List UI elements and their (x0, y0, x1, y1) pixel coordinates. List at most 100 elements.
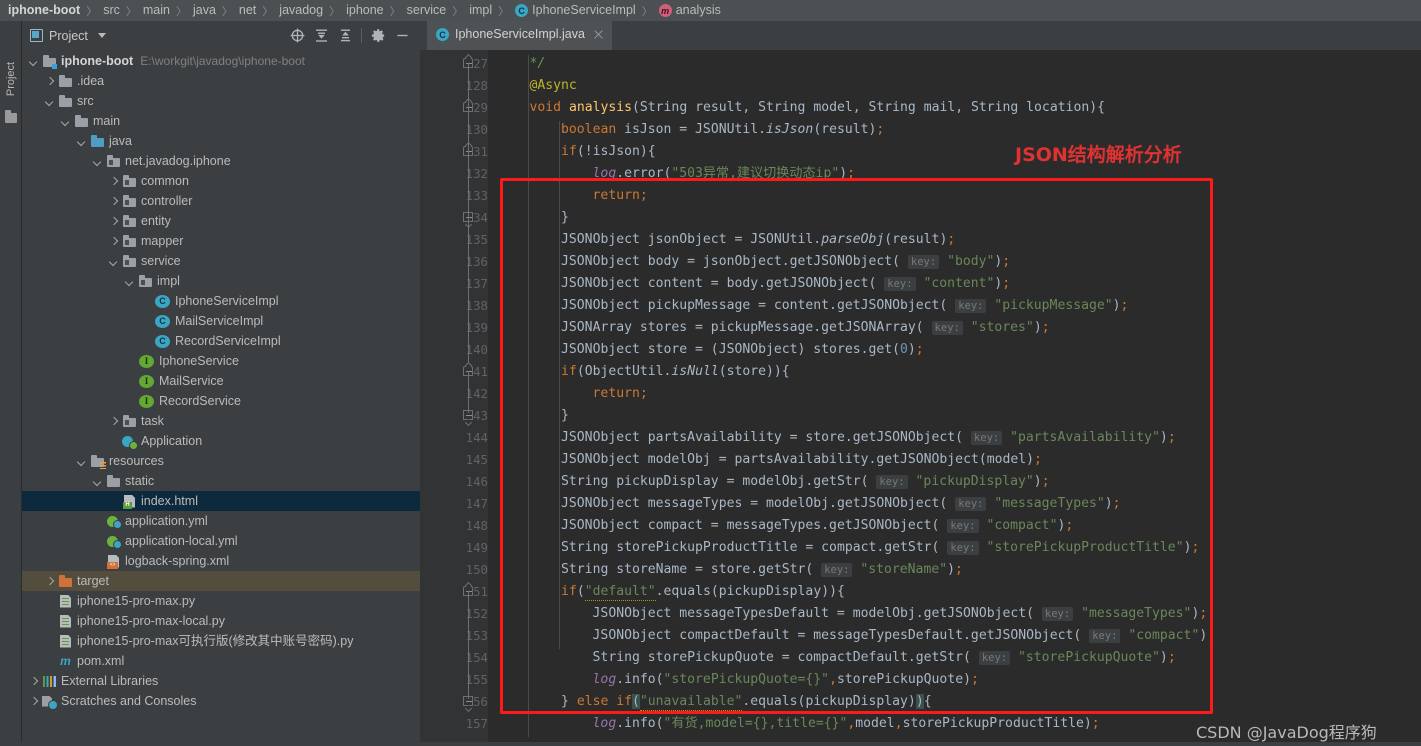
breadcrumb-item-impl[interactable]: impl (469, 0, 492, 21)
breadcrumb-item-src[interactable]: src (103, 0, 120, 21)
chevron-down-icon[interactable] (28, 56, 39, 67)
tree-row-iphone15-pro-max-py[interactable]: iphone15-pro-max.py (22, 591, 420, 611)
tree-row-task[interactable]: task (22, 411, 420, 431)
tree-row-iphone15-pro-max-local-py[interactable]: iphone15-pro-max-local.py (22, 611, 420, 631)
breadcrumb-item-java[interactable]: java (193, 0, 216, 21)
code-line-136[interactable]: JSONObject body = jsonObject.getJSONObje… (561, 251, 1010, 273)
project-title-group[interactable]: Project (30, 29, 106, 43)
breadcrumb-item-service[interactable]: service (407, 0, 447, 21)
code-line-135[interactable]: JSONObject jsonObject = JSONUtil.parseOb… (561, 229, 955, 251)
breadcrumb-item-iphoneserviceimpl[interactable]: C IphoneServiceImpl (515, 0, 636, 21)
chevron-right-icon[interactable] (44, 576, 55, 587)
code-line-141[interactable]: if(ObjectUtil.isNull(store)){ (561, 361, 790, 383)
tree-row-pom-xml[interactable]: m pom.xml (22, 651, 420, 671)
chevron-down-icon[interactable] (44, 96, 55, 107)
tree-row--idea[interactable]: .idea (22, 71, 420, 91)
breadcrumb-item-javadog[interactable]: javadog (279, 0, 323, 21)
code-line-138[interactable]: JSONObject pickupMessage = content.getJS… (561, 295, 1128, 317)
breadcrumb-item-net[interactable]: net (239, 0, 256, 21)
chevron-right-icon[interactable] (108, 176, 119, 187)
code-line-132[interactable]: log.error("503异常,建议切换动态ip"); (593, 163, 855, 185)
code-line-152[interactable]: JSONObject messageTypesDefault = modelOb… (593, 603, 1207, 625)
tree-row-index-html[interactable]: index.html (22, 491, 420, 511)
chevron-down-icon[interactable] (124, 276, 135, 287)
code-line-134[interactable]: } (561, 207, 569, 229)
tree-row-application-local-yml[interactable]: application-local.yml (22, 531, 420, 551)
select-opened-file-icon[interactable] (285, 24, 309, 48)
breadcrumb-item-iphone-boot[interactable]: iphone-boot (8, 0, 80, 21)
code-line-155[interactable]: log.info("storePickupQuote={}",storePick… (593, 669, 979, 691)
hide-panel-icon[interactable] (390, 24, 414, 48)
chevron-right-icon[interactable] (28, 696, 39, 707)
tree-row-iphone15-pro-max-py[interactable]: iphone15-pro-max可执行版(修改其中账号密码).py (22, 631, 420, 651)
tree-row-logback-spring-xml[interactable]: logback-spring.xml (22, 551, 420, 571)
tree-row-application[interactable]: Application (22, 431, 420, 451)
tree-row-recordserviceimpl[interactable]: C RecordServiceImpl (22, 331, 420, 351)
code-line-127[interactable]: */ (530, 53, 546, 75)
code-line-133[interactable]: return; (593, 185, 648, 207)
chevron-down-icon[interactable] (60, 116, 71, 127)
breadcrumb-item-main[interactable]: main (143, 0, 170, 21)
tree-row-iphoneservice[interactable]: I IphoneService (22, 351, 420, 371)
chevron-down-icon[interactable] (92, 156, 103, 167)
code-line-131[interactable]: if(!isJson){ (561, 141, 656, 163)
code-line-130[interactable]: boolean isJson = JSONUtil.isJson(result)… (561, 119, 884, 141)
tree-row-common[interactable]: common (22, 171, 420, 191)
code-line-148[interactable]: JSONObject compact = messageTypes.getJSO… (561, 515, 1073, 537)
code-line-137[interactable]: JSONObject content = body.getJSONObject(… (561, 273, 1010, 295)
project-tree[interactable]: iphone-boot E:\workgit\javadog\iphone-boo… (22, 50, 420, 746)
tree-row-scratches-and-consoles[interactable]: Scratches and Consoles (22, 691, 420, 711)
chevron-right-icon[interactable] (108, 236, 119, 247)
code-lines[interactable]: */ @Async void analysis(String result, Str… (488, 50, 1421, 746)
tree-row-resources[interactable]: resources (22, 451, 420, 471)
chevron-down-icon[interactable] (97, 33, 106, 38)
tree-row-service[interactable]: service (22, 251, 420, 271)
folder-icon[interactable] (5, 110, 17, 123)
editor-gutter[interactable]: 127 128 129 130 131 132 133 134 135 136 137 138 139 1… (420, 50, 488, 746)
breadcrumb[interactable]: iphone-boot 〉 src 〉 main 〉 java 〉 net 〉 javadog 〉 ip… (0, 0, 1421, 21)
code-line-142[interactable]: return; (593, 383, 648, 405)
tree-row-main[interactable]: main (22, 111, 420, 131)
code-line-153[interactable]: JSONObject compactDefault = messageTypes… (593, 625, 1215, 647)
settings-gear-icon[interactable] (366, 24, 390, 48)
tree-row-recordservice[interactable]: I RecordService (22, 391, 420, 411)
tree-row-net-javadog-iphone[interactable]: net.javadog.iphone (22, 151, 420, 171)
tree-row-java[interactable]: java (22, 131, 420, 151)
code-line-154[interactable]: String storePickupQuote = compactDefault… (593, 647, 1176, 669)
editor-tab-iphoneserviceimpl[interactable]: C IphoneServiceImpl.java (427, 21, 612, 50)
code-line-151[interactable]: if("default".equals(pickupDisplay)){ (561, 581, 845, 603)
chevron-down-icon[interactable] (92, 476, 103, 487)
tree-row-src[interactable]: src (22, 91, 420, 111)
code-line-140[interactable]: JSONObject store = (JSONObject) stores.g… (561, 339, 924, 361)
chevron-right-icon[interactable] (28, 676, 39, 687)
tree-row-controller[interactable]: controller (22, 191, 420, 211)
chevron-down-icon[interactable] (76, 456, 87, 467)
tree-row-mapper[interactable]: mapper (22, 231, 420, 251)
breadcrumb-item-analysis[interactable]: m analysis (658, 0, 721, 21)
code-line-143[interactable]: } (561, 405, 569, 427)
code-line-150[interactable]: String storeName = store.getStr( key: "s… (561, 559, 963, 581)
chevron-down-icon[interactable] (108, 256, 119, 267)
code-editor[interactable]: 127 128 129 130 131 132 133 134 135 136 137 138 139 1… (420, 50, 1421, 746)
chevron-right-icon[interactable] (108, 196, 119, 207)
tree-row-static[interactable]: static (22, 471, 420, 491)
code-line-147[interactable]: JSONObject messageTypes = modelObj.getJS… (561, 493, 1121, 515)
chevron-right-icon[interactable] (44, 76, 55, 87)
breadcrumb-item-iphone[interactable]: iphone (346, 0, 384, 21)
chevron-right-icon[interactable] (108, 216, 119, 227)
close-icon[interactable] (593, 29, 604, 40)
code-line-139[interactable]: JSONArray stores = pickupMessage.getJSON… (561, 317, 1050, 339)
project-tool-window-tab[interactable]: Project (0, 47, 22, 111)
tree-row-application-yml[interactable]: application.yml (22, 511, 420, 531)
tree-row-impl[interactable]: impl (22, 271, 420, 291)
tree-row-iphoneserviceimpl[interactable]: C IphoneServiceImpl (22, 291, 420, 311)
chevron-right-icon[interactable] (108, 416, 119, 427)
code-line-156[interactable]: } else if("unavailable".equals(pickupDis… (561, 691, 932, 713)
code-line-146[interactable]: String pickupDisplay = modelObj.getStr( … (561, 471, 1050, 493)
tree-row-iphone-boot[interactable]: iphone-boot E:\workgit\javadog\iphone-boo… (22, 51, 420, 71)
tree-row-target[interactable]: target (22, 571, 420, 591)
tree-row-external-libraries[interactable]: External Libraries (22, 671, 420, 691)
code-line-144[interactable]: JSONObject partsAvailability = store.get… (561, 427, 1176, 449)
tree-row-mailserviceimpl[interactable]: C MailServiceImpl (22, 311, 420, 331)
code-line-145[interactable]: JSONObject modelObj = partsAvailability.… (561, 449, 1042, 471)
